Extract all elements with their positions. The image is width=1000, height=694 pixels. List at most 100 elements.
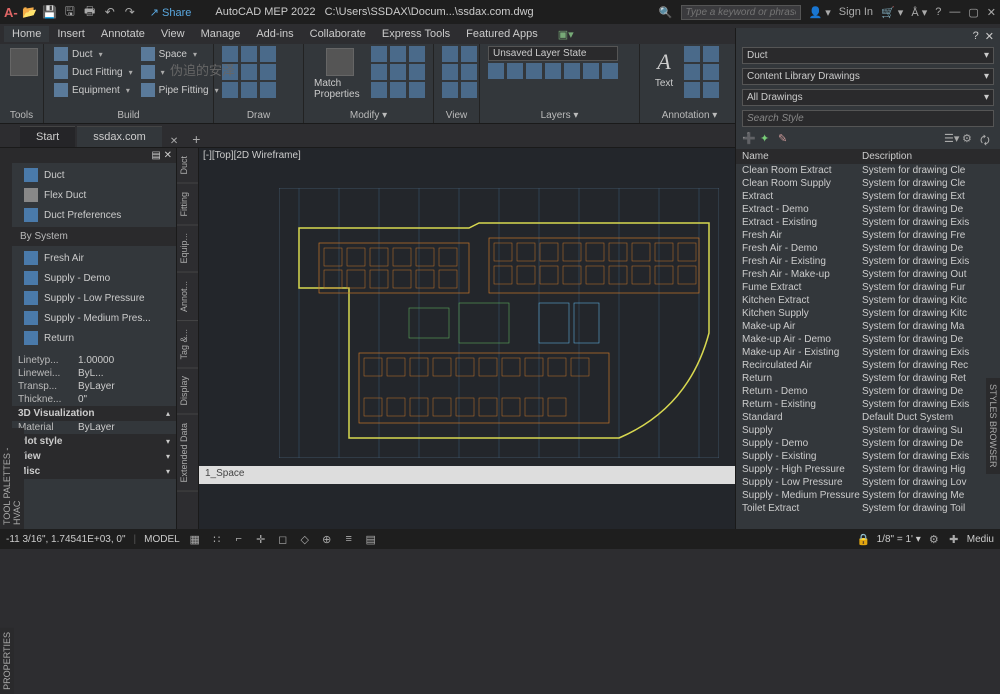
panel-close-icon[interactable]: ✕: [985, 30, 994, 43]
style-row[interactable]: Fresh Air - ExistingSystem for drawing E…: [736, 255, 1000, 268]
palette-menu-icon[interactable]: ▤ ✕: [151, 150, 172, 161]
osnap-icon[interactable]: ◻: [276, 532, 290, 546]
palette-item-duct-prefs[interactable]: Duct Preferences: [12, 205, 176, 225]
pipe-fitting-button[interactable]: Pipe Fitting▾: [139, 82, 221, 98]
style-row[interactable]: Fresh Air - Make-upSystem for drawing Ou…: [736, 268, 1000, 281]
style-row[interactable]: Supply - Medium PressureSystem for drawi…: [736, 489, 1000, 502]
side-tab-fitting[interactable]: Fitting: [177, 184, 198, 226]
style-row[interactable]: Supply - DemoSystem for drawing De: [736, 437, 1000, 450]
tab-close-icon[interactable]: ✕: [164, 136, 184, 147]
scale-icon[interactable]: 🔒: [857, 532, 871, 546]
styles-browser-tab[interactable]: STYLES BROWSER: [986, 378, 1000, 474]
props-3d-vis[interactable]: 3D Visualization▴: [12, 406, 176, 421]
style-row[interactable]: Make-up AirSystem for drawing Ma: [736, 320, 1000, 333]
cart-icon[interactable]: 🛒 ▾: [881, 6, 903, 19]
palette-item-return[interactable]: Return: [12, 328, 176, 348]
help-search-input[interactable]: [681, 5, 801, 20]
add-style-icon[interactable]: ➕: [742, 132, 756, 146]
style-row[interactable]: SupplySystem for drawing Su: [736, 424, 1000, 437]
palette-item-fresh-air[interactable]: Fresh Air: [12, 248, 176, 268]
plot-icon[interactable]: 🖶: [82, 4, 98, 20]
style-row[interactable]: Toilet ExtractSystem for drawing Toil: [736, 502, 1000, 515]
search-icon[interactable]: 🔍: [659, 6, 673, 19]
props-view[interactable]: View▾: [12, 449, 176, 464]
style-row[interactable]: Kitchen ExtractSystem for drawing Kitc: [736, 294, 1000, 307]
duct-fitting-button[interactable]: Duct Fitting▾: [52, 64, 135, 80]
match-properties-button[interactable]: Match Properties: [312, 46, 367, 102]
text-button[interactable]: AText: [648, 46, 680, 91]
tab-file[interactable]: ssdax.com: [77, 126, 162, 147]
focus-icon[interactable]: ▣▾: [550, 26, 582, 43]
tab-insert[interactable]: Insert: [49, 26, 93, 42]
iso-icon[interactable]: ◇: [298, 532, 312, 546]
dyn-icon[interactable]: ⊕: [320, 532, 334, 546]
tab-view[interactable]: View: [153, 26, 193, 42]
help-icon[interactable]: ?: [935, 6, 941, 18]
object-type-dropdown[interactable]: Duct▾: [742, 47, 994, 64]
import-style-icon[interactable]: ✦: [760, 132, 774, 146]
redo-icon[interactable]: ↷: [122, 4, 138, 20]
tab-start[interactable]: Start: [20, 126, 75, 147]
app-logo[interactable]: A-: [4, 5, 18, 20]
undo-icon[interactable]: ↶: [102, 4, 118, 20]
tab-manage[interactable]: Manage: [193, 26, 249, 42]
style-row[interactable]: Make-up Air - ExistingSystem for drawing…: [736, 346, 1000, 359]
styles-list[interactable]: Clean Room ExtractSystem for drawing Cle…: [736, 164, 1000, 529]
minimize-icon[interactable]: —: [949, 6, 960, 18]
style-row[interactable]: Return - DemoSystem for drawing De: [736, 385, 1000, 398]
annot-icon[interactable]: ✚: [947, 532, 961, 546]
signin-icon[interactable]: 👤 ▾: [809, 6, 831, 19]
ortho-icon[interactable]: ⌐: [232, 532, 246, 546]
layer-icon[interactable]: [488, 63, 504, 79]
drawing-source-dropdown[interactable]: Content Library Drawings▾: [742, 68, 994, 85]
side-tab-tag[interactable]: Tag &...: [177, 321, 198, 369]
tab-annotate[interactable]: Annotate: [93, 26, 153, 42]
properties-title[interactable]: PROPERTIES: [0, 628, 14, 694]
style-search-input[interactable]: Search Style: [742, 110, 994, 127]
share-button[interactable]: ↗ Share: [150, 6, 192, 19]
scale-dropdown[interactable]: 1/8" = 1' ▾: [877, 534, 921, 545]
side-tab-annot[interactable]: Annot...: [177, 273, 198, 321]
style-row[interactable]: Clean Room SupplySystem for drawing Cle: [736, 177, 1000, 190]
style-row[interactable]: Kitchen SupplySystem for drawing Kitc: [736, 307, 1000, 320]
equipment-button[interactable]: Equipment▾: [52, 82, 135, 98]
style-row[interactable]: Return - ExistingSystem for drawing Exis: [736, 398, 1000, 411]
tab-featured[interactable]: Featured Apps: [458, 26, 546, 42]
snap-icon[interactable]: ∷: [210, 532, 224, 546]
palette-item-duct[interactable]: Duct: [12, 165, 176, 185]
style-row[interactable]: Clean Room ExtractSystem for drawing Cle: [736, 164, 1000, 177]
tab-home[interactable]: Home: [4, 26, 49, 42]
style-row[interactable]: Fresh Air - DemoSystem for drawing De: [736, 242, 1000, 255]
style-row[interactable]: Extract - ExistingSystem for drawing Exi…: [736, 216, 1000, 229]
autodesk-icon[interactable]: Å ▾: [911, 6, 927, 19]
style-row[interactable]: Supply - ExistingSystem for drawing Exis: [736, 450, 1000, 463]
style-row[interactable]: Fume ExtractSystem for drawing Fur: [736, 281, 1000, 294]
close-icon[interactable]: ✕: [987, 6, 996, 19]
palette-item-supply-low[interactable]: Supply - Low Pressure: [12, 288, 176, 308]
tab-addins[interactable]: Add-ins: [248, 26, 301, 42]
palette-item-supply-demo[interactable]: Supply - Demo: [12, 268, 176, 288]
style-row[interactable]: Fresh AirSystem for drawing Fre: [736, 229, 1000, 242]
layer-state-dropdown[interactable]: Unsaved Layer State: [488, 46, 618, 61]
tools-button[interactable]: [8, 46, 40, 78]
list-view-icon[interactable]: ☰▾: [944, 132, 958, 146]
side-tab-ext[interactable]: Extended Data: [177, 415, 198, 492]
brush-icon[interactable]: ✎: [778, 132, 792, 146]
tool-palette-title[interactable]: TOOL PALETTES - HVAC: [0, 428, 24, 529]
tab-new-icon[interactable]: +: [184, 131, 208, 147]
style-row[interactable]: ExtractSystem for drawing Ext: [736, 190, 1000, 203]
viewport-label[interactable]: [-][Top][2D Wireframe]: [203, 150, 301, 161]
tab-collaborate[interactable]: Collaborate: [302, 26, 374, 42]
style-row[interactable]: Make-up Air - DemoSystem for drawing De: [736, 333, 1000, 346]
maximize-icon[interactable]: ▢: [968, 6, 978, 19]
gear-status-icon[interactable]: ⚙: [927, 532, 941, 546]
saveas-icon[interactable]: 🖫: [62, 4, 78, 20]
tab-express[interactable]: Express Tools: [374, 26, 458, 42]
style-row[interactable]: Supply - High PressureSystem for drawing…: [736, 463, 1000, 476]
palette-item-flex-duct[interactable]: Flex Duct: [12, 185, 176, 205]
style-row[interactable]: Extract - DemoSystem for drawing De: [736, 203, 1000, 216]
signin-label[interactable]: Sign In: [839, 6, 873, 18]
lwt-icon[interactable]: ≡: [342, 532, 356, 546]
side-tab-duct[interactable]: Duct: [177, 148, 198, 184]
palette-item-supply-med[interactable]: Supply - Medium Pres...: [12, 308, 176, 328]
